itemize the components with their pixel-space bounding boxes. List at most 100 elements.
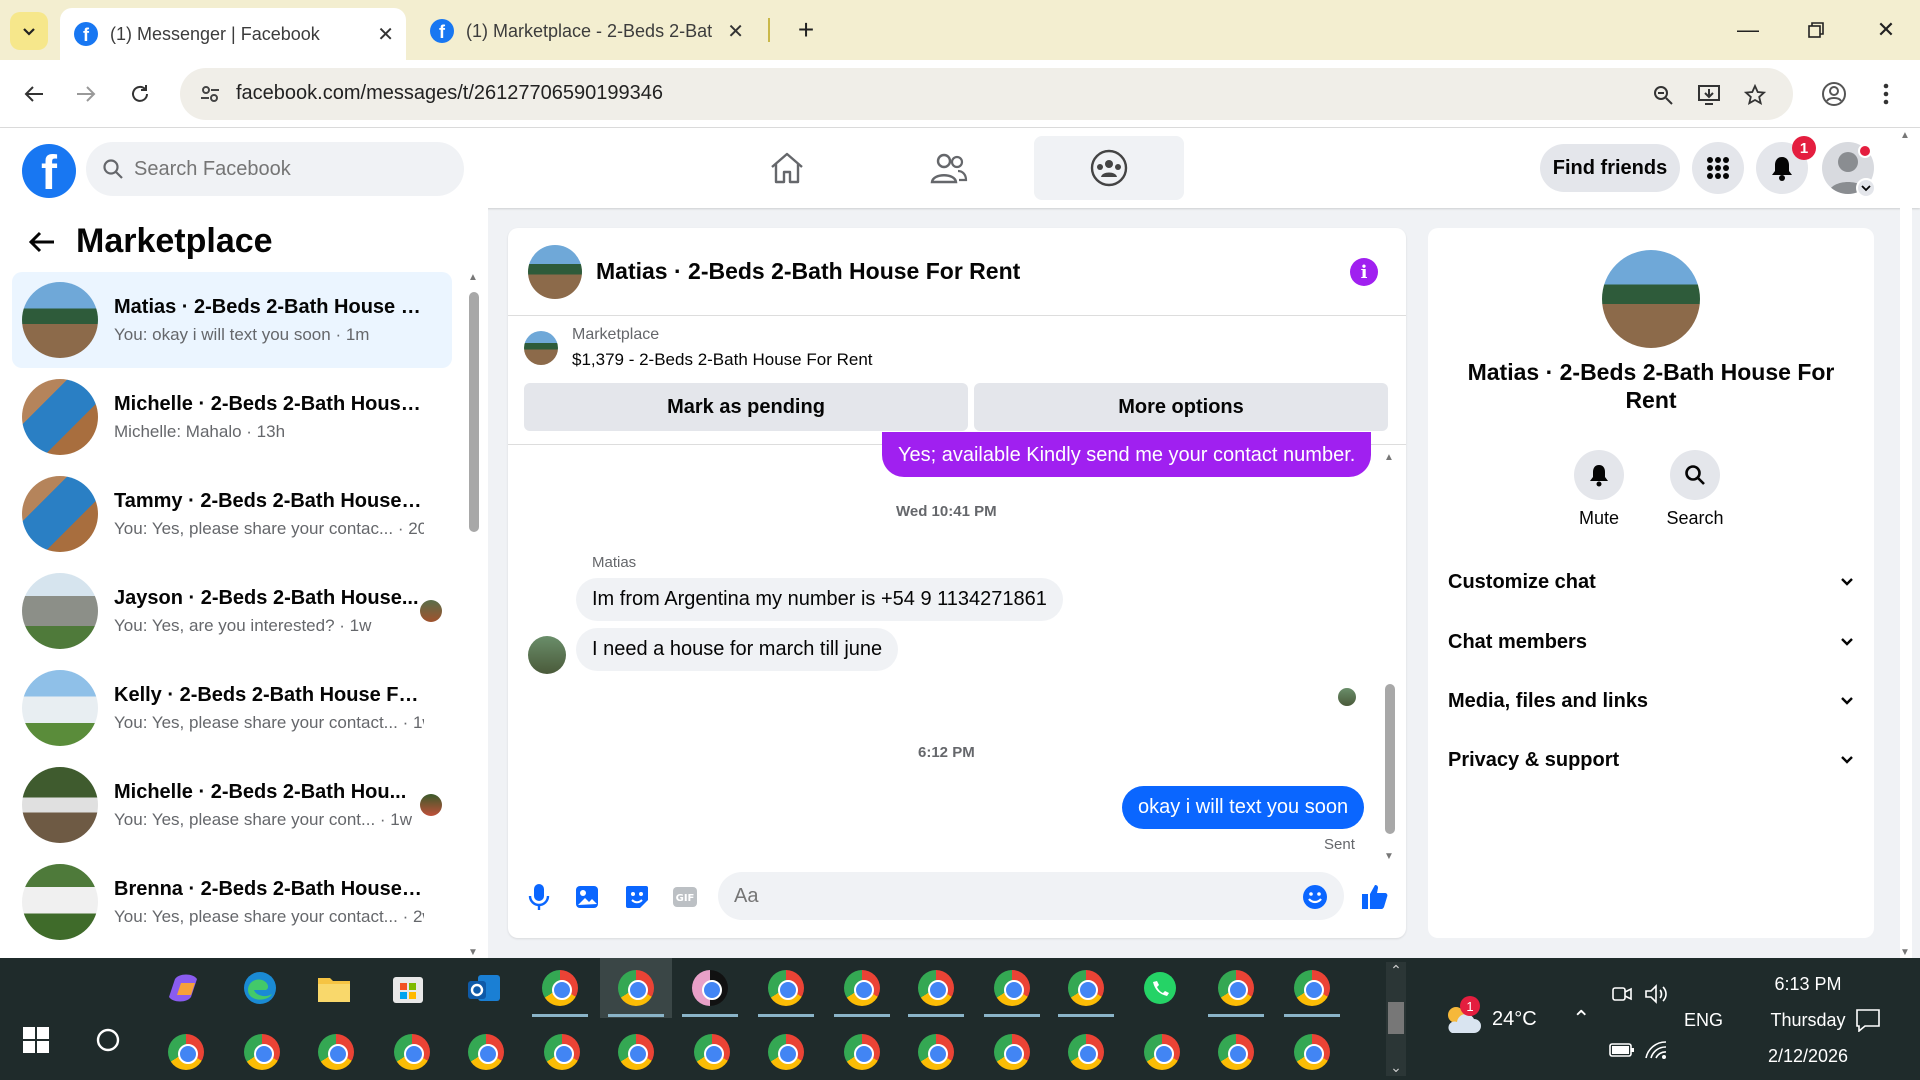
chrome-profile-icon[interactable] <box>464 1030 508 1074</box>
tab-marketplace[interactable]: f (1) Marketplace - 2-Beds 2-Bath ✕ <box>416 8 756 54</box>
chrome-profile-icon[interactable] <box>1214 1030 1258 1074</box>
close-tab-icon[interactable]: ✕ <box>727 19 744 44</box>
scrollbar-thumb[interactable] <box>1385 684 1395 834</box>
chat-scrollbar[interactable]: ▲ ▼ <box>1384 452 1396 862</box>
chrome-profile-icon[interactable] <box>614 1030 658 1074</box>
chrome-profile-icon[interactable] <box>840 966 884 1010</box>
nav-groups[interactable] <box>1034 136 1184 200</box>
restore-button[interactable] <box>1786 8 1846 52</box>
back-button[interactable] <box>14 74 54 114</box>
mark-as-pending-button[interactable]: Mark as pending <box>524 383 968 431</box>
chat-members-row[interactable]: Chat members <box>1448 622 1854 662</box>
gif-button[interactable]: GIF <box>670 882 700 912</box>
account-chevron[interactable] <box>1856 178 1876 198</box>
edge-icon[interactable] <box>238 966 282 1010</box>
scroll-up-arrow[interactable]: ▲ <box>468 272 478 283</box>
conversation-item[interactable]: Jayson · 2-Beds 2-Bath House... You: Yes,… <box>12 563 452 659</box>
chrome-profile-icon[interactable] <box>390 1030 434 1074</box>
page-scrollbar[interactable]: ▲ ▼ <box>1900 130 1912 958</box>
clock-time[interactable]: 6:13 PM <box>1752 974 1864 995</box>
conversation-item[interactable]: Tammy · 2-Beds 2-Bath House F... You: Yes… <box>12 466 452 562</box>
search-taskbar-button[interactable] <box>86 1018 130 1062</box>
chrome-profile-icon[interactable] <box>314 1030 358 1074</box>
message-input[interactable] <box>734 884 1274 908</box>
message-composer[interactable] <box>718 872 1344 920</box>
privacy-support-row[interactable]: Privacy & support <box>1448 740 1854 780</box>
browser-menu-button[interactable] <box>1866 74 1906 114</box>
scroll-down-arrow[interactable]: ▼ <box>1900 947 1910 958</box>
chrome-profile-icon[interactable] <box>1140 1030 1184 1074</box>
address-bar[interactable]: facebook.com/messages/t/2612770659019934… <box>180 68 1793 120</box>
profile-button[interactable] <box>1814 74 1854 114</box>
conversation-item[interactable]: Matias · 2-Beds 2-Bath House F... You: ok… <box>12 272 452 368</box>
minimize-button[interactable]: — <box>1718 8 1778 52</box>
close-tab-icon[interactable]: ✕ <box>377 22 394 47</box>
notification-center-icon[interactable] <box>1846 998 1890 1042</box>
start-button[interactable] <box>14 1018 58 1062</box>
conversation-item[interactable]: Kelly · 2-Beds 2-Bath House For ... You: … <box>12 660 452 756</box>
scroll-down-arrow[interactable]: ⌄ <box>1386 1059 1406 1076</box>
find-friends-button[interactable]: Find friends <box>1540 144 1680 192</box>
copilot-icon[interactable] <box>164 966 208 1010</box>
conversation-item[interactable]: Michelle · 2-Beds 2-Bath House ... Michel… <box>12 369 452 465</box>
chrome-profile-icon[interactable] <box>164 1030 208 1074</box>
avatar[interactable] <box>528 244 582 299</box>
whatsapp-icon[interactable] <box>1138 966 1182 1010</box>
conversation-item[interactable]: Brenna · 2-Beds 2-Bath House F... You: Ye… <box>12 854 452 950</box>
chrome-profile-icon[interactable] <box>840 1030 884 1074</box>
tab-messenger[interactable]: f (1) Messenger | Facebook ✕ <box>60 8 406 60</box>
scrollbar-thumb[interactable] <box>469 292 479 532</box>
more-options-button[interactable]: More options <box>974 383 1388 431</box>
scrollbar-thumb[interactable] <box>1388 1002 1404 1034</box>
wifi-icon[interactable] <box>1634 1028 1678 1072</box>
scroll-up-arrow[interactable]: ⌃ <box>1386 962 1406 979</box>
voice-clip-button[interactable] <box>524 882 554 912</box>
close-window-button[interactable]: ✕ <box>1856 8 1916 52</box>
chrome-profile-icon[interactable] <box>1064 1030 1108 1074</box>
microsoft-store-icon[interactable] <box>386 966 430 1010</box>
mute-button[interactable]: Mute <box>1554 450 1644 529</box>
chrome-profile-icon[interactable] <box>240 1030 284 1074</box>
file-explorer-icon[interactable] <box>312 966 356 1010</box>
like-button[interactable] <box>1360 882 1390 912</box>
chrome-profile-icon[interactable] <box>1214 966 1258 1010</box>
chrome-profile-icon[interactable] <box>1290 1030 1334 1074</box>
scroll-up-arrow[interactable]: ▲ <box>1384 452 1394 463</box>
info-icon[interactable]: i <box>1350 258 1378 286</box>
chat-title[interactable]: Matias · 2-Beds 2-Bath House For Rent <box>596 258 1020 285</box>
site-info-icon[interactable] <box>196 80 224 108</box>
chrome-profile-icon[interactable] <box>1064 966 1108 1010</box>
volume-icon[interactable] <box>1634 972 1678 1016</box>
chrome-profile-icon[interactable] <box>764 966 808 1010</box>
facebook-logo-icon[interactable]: f <box>22 144 76 198</box>
tab-search-button[interactable] <box>10 12 48 50</box>
chrome-profile-icon[interactable] <box>688 966 732 1010</box>
menu-button[interactable] <box>1692 142 1744 194</box>
new-tab-button[interactable]: + <box>776 8 836 52</box>
customize-chat-row[interactable]: Customize chat <box>1448 562 1854 602</box>
sender-avatar[interactable] <box>528 636 566 674</box>
attach-photo-button[interactable] <box>572 882 602 912</box>
media-files-links-row[interactable]: Media, files and links <box>1448 681 1854 721</box>
nav-friends[interactable] <box>874 136 1024 200</box>
chrome-profile-icon[interactable] <box>990 966 1034 1010</box>
reload-button[interactable] <box>120 74 160 114</box>
scroll-up-arrow[interactable]: ▲ <box>1900 130 1910 141</box>
sticker-button[interactable] <box>622 882 652 912</box>
input-language[interactable]: ENG <box>1684 1010 1723 1031</box>
chrome-profile-icon[interactable] <box>914 1030 958 1074</box>
url-text[interactable]: facebook.com/messages/t/2612770659019934… <box>236 82 663 105</box>
chrome-profile-icon[interactable] <box>540 1030 584 1074</box>
zoom-icon[interactable] <box>1648 80 1678 110</box>
weather-temperature[interactable]: 24°C <box>1492 1008 1537 1031</box>
outlook-icon[interactable] <box>462 966 506 1010</box>
chrome-profile-icon[interactable] <box>914 966 958 1010</box>
facebook-search[interactable] <box>86 142 464 196</box>
scroll-down-arrow[interactable]: ▼ <box>468 947 478 958</box>
show-hidden-icons-button[interactable]: ⌃ <box>1572 1006 1590 1032</box>
conversation-scrollbar[interactable]: ▲ ▼ <box>468 272 480 958</box>
scroll-down-arrow[interactable]: ▼ <box>1384 851 1394 862</box>
listing-summary[interactable]: Marketplace $1,379 - 2-Beds 2-Bath House… <box>524 326 873 370</box>
chrome-profile-icon[interactable] <box>538 966 582 1010</box>
clock-date[interactable]: 2/12/2026 <box>1752 1046 1864 1067</box>
